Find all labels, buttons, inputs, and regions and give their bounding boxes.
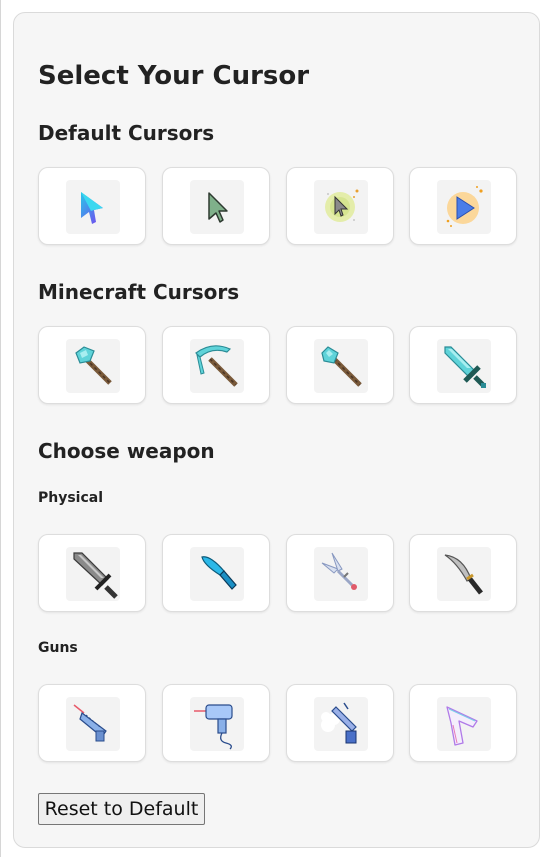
reset-to-default-button[interactable]: Reset to Default xyxy=(38,793,205,825)
drill-gun-icon xyxy=(190,697,244,751)
physical-subheading: Physical xyxy=(38,490,104,506)
green-arrow-icon xyxy=(190,180,244,234)
diamond-pickaxe-icon xyxy=(190,339,244,393)
minecraft-cursors-heading: Minecraft Cursors xyxy=(38,280,240,304)
guns-subheading: Guns xyxy=(38,640,78,656)
cursor-option-default-4[interactable] xyxy=(409,167,517,245)
laser-blaster-icon xyxy=(66,697,120,751)
cursor-option-knife[interactable] xyxy=(162,534,270,612)
cursor-option-minecraft-sword[interactable] xyxy=(409,326,517,404)
page-title: Select Your Cursor xyxy=(38,61,310,91)
diamond-sword-icon xyxy=(437,339,491,393)
cursor-option-smoke-pistol[interactable] xyxy=(286,684,394,762)
cursor-option-broadsword[interactable] xyxy=(38,534,146,612)
machete-icon xyxy=(437,547,491,601)
diamond-axe-icon xyxy=(66,339,120,393)
kunai-icon xyxy=(314,547,368,601)
default-cursors-row xyxy=(38,167,518,247)
guns-row xyxy=(38,684,518,764)
cursor-option-drill-gun[interactable] xyxy=(162,684,270,762)
sparkle-arrow-icon xyxy=(314,180,368,234)
default-cursors-heading: Default Cursors xyxy=(38,121,215,145)
cursor-option-minecraft-axe[interactable] xyxy=(38,326,146,404)
window-edge xyxy=(0,0,1,857)
cursor-option-default-1[interactable] xyxy=(38,167,146,245)
blue-arrow-yellow-glow-icon xyxy=(437,180,491,234)
minecraft-cursors-row xyxy=(38,326,518,406)
cursor-option-neon-pistol[interactable] xyxy=(409,684,517,762)
cursor-option-minecraft-shovel[interactable] xyxy=(286,326,394,404)
cyan-gradient-arrow-icon xyxy=(66,180,120,234)
cursor-option-default-2[interactable] xyxy=(162,167,270,245)
broadsword-icon xyxy=(66,547,120,601)
cursor-option-kunai[interactable] xyxy=(286,534,394,612)
cursor-selector-panel: Select Your Cursor Default Cursors Minec… xyxy=(13,12,540,848)
cursor-option-machete[interactable] xyxy=(409,534,517,612)
cursor-option-laser-blaster[interactable] xyxy=(38,684,146,762)
choose-weapon-heading: Choose weapon xyxy=(38,439,215,463)
blue-knife-icon xyxy=(190,547,244,601)
cursor-option-minecraft-pickaxe[interactable] xyxy=(162,326,270,404)
smoke-pistol-icon xyxy=(314,697,368,751)
physical-weapons-row xyxy=(38,534,518,614)
diamond-shovel-icon xyxy=(314,339,368,393)
cursor-option-default-3[interactable] xyxy=(286,167,394,245)
neon-pistol-icon xyxy=(437,697,491,751)
